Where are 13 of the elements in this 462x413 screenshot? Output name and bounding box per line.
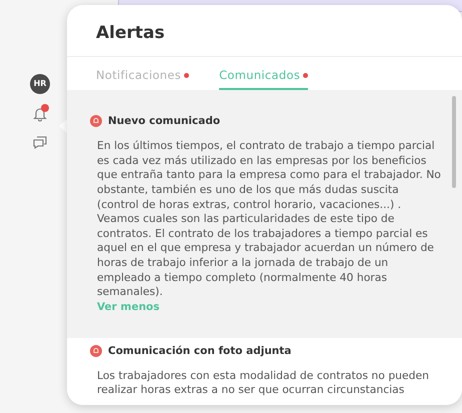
alert-icon <box>90 115 102 128</box>
message-text: Los trabajadores con esta modalidad de contratos no pueden realizar horas extras a no ser que ocurran circunstancias <box>97 368 430 398</box>
chat-icon[interactable] <box>32 134 48 150</box>
avatar[interactable]: HR <box>30 74 50 94</box>
alert-icon <box>90 344 102 357</box>
message-title: Comunicación con foto adjunta <box>108 344 292 358</box>
scrollbar[interactable] <box>452 96 456 188</box>
bell-icon[interactable] <box>32 106 48 122</box>
panel-title: Alertas <box>67 5 462 57</box>
message-text: En los últimos tiempos, el contrato de trabajo a tiempo parcial es cada vez más utilizado en las empresas por los beneficios que entraña tanto para la empresa como para el trabajador. No obstante, también es uno de los que más dudas suscita (control de horas extras, control horario, vacaciones...) . Veamos cuales son las particularidades de este tipo de contratos. El contrato de los trabajadores a tiempo parcial es aquel en el que empresa y trabajador acuerdan un número de horas de trabajo inferior a la jornada de trabajo de un empleado a tiempo completo (normalmente 40 horas semanales). <box>97 139 442 300</box>
show-less-link[interactable]: Ver menos <box>97 300 160 314</box>
message-title: Nuevo comunicado <box>108 114 220 128</box>
tab[interactable]: Notificaciones <box>96 67 190 90</box>
